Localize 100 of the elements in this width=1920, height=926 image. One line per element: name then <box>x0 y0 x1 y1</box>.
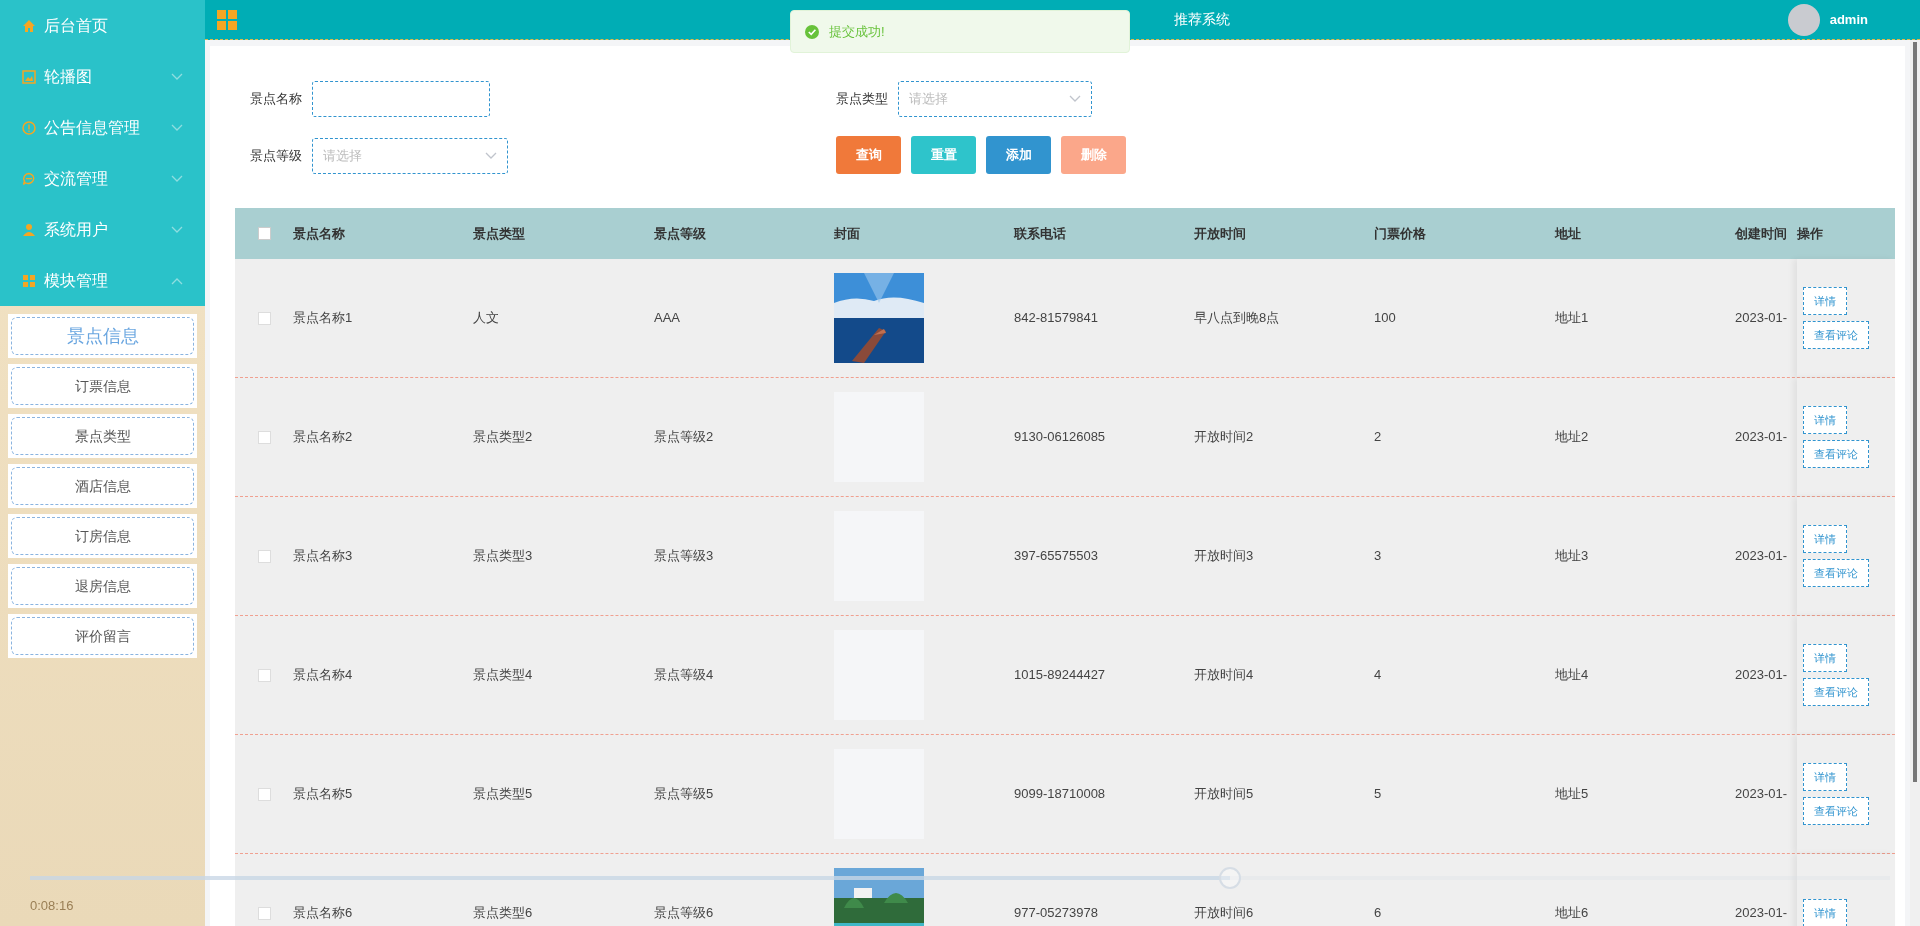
checkbox[interactable] <box>257 668 271 682</box>
table-cell: 2023-01- <box>1735 667 1788 683</box>
table-cell: 开放时间6 <box>1194 905 1254 921</box>
table-cell: 开放时间2 <box>1194 429 1254 445</box>
table-cell: 景点等级3 <box>654 548 714 564</box>
checkbox[interactable] <box>257 787 271 801</box>
select-field[interactable]: 请选择 <box>898 81 1092 117</box>
chevron-icon <box>171 225 183 234</box>
filter-label: 景点等级 <box>250 147 302 166</box>
table-cell: 开放时间5 <box>1194 786 1254 802</box>
checkbox[interactable] <box>257 227 271 240</box>
avatar[interactable] <box>1787 3 1820 36</box>
table-cell: 景点名称5 <box>293 786 353 802</box>
submenu-item[interactable]: 酒店信息 <box>11 467 194 505</box>
table-cell: 9130-06126085 <box>1014 429 1106 445</box>
row-action-link[interactable]: 详情 <box>1803 899 1847 926</box>
table-cell: 景点名称4 <box>293 667 353 683</box>
action-button[interactable]: 添加 <box>986 136 1051 174</box>
progress-slider[interactable] <box>30 867 1890 889</box>
table-cell: 5 <box>1374 786 1382 802</box>
success-icon <box>805 24 819 39</box>
column-header: 操作 <box>1797 225 1823 241</box>
table-cell: 地址1 <box>1555 310 1589 326</box>
table-cell: 景点等级4 <box>654 667 714 683</box>
table-cell: 6 <box>1374 905 1382 921</box>
table-cell: 2023-01- <box>1735 786 1788 802</box>
select-field[interactable]: 请选择 <box>312 138 508 174</box>
table-cell: 景点名称1 <box>293 310 353 326</box>
row-action-link[interactable]: 查看评论 <box>1803 678 1869 706</box>
submenu-item[interactable]: 景点类型 <box>11 417 194 455</box>
image-icon <box>22 69 36 84</box>
row-action-link[interactable]: 详情 <box>1803 406 1847 434</box>
table-cell: 景点名称2 <box>293 429 353 445</box>
home-icon <box>22 18 36 33</box>
submenu-item[interactable]: 景点信息 <box>11 317 194 355</box>
table-cell: 地址3 <box>1555 548 1589 564</box>
sidebar-item[interactable]: 交流管理 <box>0 153 205 204</box>
table-cell: 景点等级6 <box>654 905 714 921</box>
table-cell: 397-65575503 <box>1014 548 1098 564</box>
chevron-icon <box>171 276 183 285</box>
row-action-link[interactable]: 详情 <box>1803 763 1847 791</box>
action-button[interactable]: 查询 <box>836 136 901 174</box>
sidebar-item[interactable]: 轮播图 <box>0 51 205 102</box>
row-action-link[interactable]: 查看评论 <box>1803 321 1869 349</box>
username: admin <box>1829 10 1868 29</box>
column-header: 门票价格 <box>1374 225 1426 241</box>
chevron-icon <box>171 123 183 132</box>
column-header: 地址 <box>1555 225 1581 241</box>
chat-icon <box>22 171 36 186</box>
submenu-item[interactable]: 订票信息 <box>11 367 194 405</box>
sidebar-item[interactable]: 公告信息管理 <box>0 102 205 153</box>
filter-label: 景点类型 <box>836 90 888 109</box>
action-button[interactable]: 重置 <box>911 136 976 174</box>
row-action-link[interactable]: 详情 <box>1803 525 1847 553</box>
submenu-item[interactable]: 退房信息 <box>11 567 194 605</box>
sidebar-item[interactable]: 后台首页 <box>0 0 205 51</box>
row-action-link[interactable]: 详情 <box>1803 644 1847 672</box>
table-cell: 地址4 <box>1555 667 1589 683</box>
row-action-link[interactable]: 详情 <box>1803 287 1847 315</box>
table-cell: 地址5 <box>1555 786 1589 802</box>
submenu-item[interactable]: 评价留言 <box>11 617 194 655</box>
filter-label: 景点名称 <box>250 90 302 109</box>
table-cell: 景点类型4 <box>473 667 533 683</box>
table-cell: 开放时间3 <box>1194 548 1254 564</box>
checkbox[interactable] <box>257 906 271 920</box>
action-button[interactable]: 删除 <box>1061 136 1126 174</box>
row-action-link[interactable]: 查看评论 <box>1803 559 1869 587</box>
table-cell: 4 <box>1374 667 1382 683</box>
checkbox[interactable] <box>257 311 271 325</box>
table-cell: 2023-01- <box>1735 548 1788 564</box>
text-field[interactable] <box>312 81 490 117</box>
table-cell: 地址2 <box>1555 429 1589 445</box>
sidebar-item[interactable]: 模块管理 <box>0 255 205 306</box>
submenu-item[interactable]: 订房信息 <box>11 517 194 555</box>
table-cell: AAA <box>654 310 680 326</box>
toast-message: 提交成功! <box>829 22 885 41</box>
table-cell: 人文 <box>473 310 499 326</box>
table-cell: 景点类型5 <box>473 786 533 802</box>
checkbox[interactable] <box>257 430 271 444</box>
table-cell: 2023-01- <box>1735 310 1788 326</box>
grid-menu-icon[interactable] <box>217 9 237 30</box>
dropdown-caret-icon <box>485 152 497 160</box>
column-header: 创建时间 <box>1735 225 1787 241</box>
chevron-icon <box>171 72 183 81</box>
column-header: 景点名称 <box>293 225 345 241</box>
table-cell: 100 <box>1374 310 1396 326</box>
row-action-link[interactable]: 查看评论 <box>1803 440 1869 468</box>
column-header: 封面 <box>834 225 860 241</box>
table-cell: 景点名称6 <box>293 905 353 921</box>
checkbox[interactable] <box>257 549 271 563</box>
chevron-icon <box>171 174 183 183</box>
row-action-link[interactable]: 查看评论 <box>1803 797 1869 825</box>
table-cell: 2023-01- <box>1735 905 1788 921</box>
user-icon <box>22 222 36 237</box>
column-header: 开放时间 <box>1194 225 1246 241</box>
table-cell: 景点类型6 <box>473 905 533 921</box>
info-icon <box>22 120 36 135</box>
table-cell: 2 <box>1374 429 1382 445</box>
table-cell: 景点等级2 <box>654 429 714 445</box>
sidebar-item[interactable]: 系统用户 <box>0 204 205 255</box>
